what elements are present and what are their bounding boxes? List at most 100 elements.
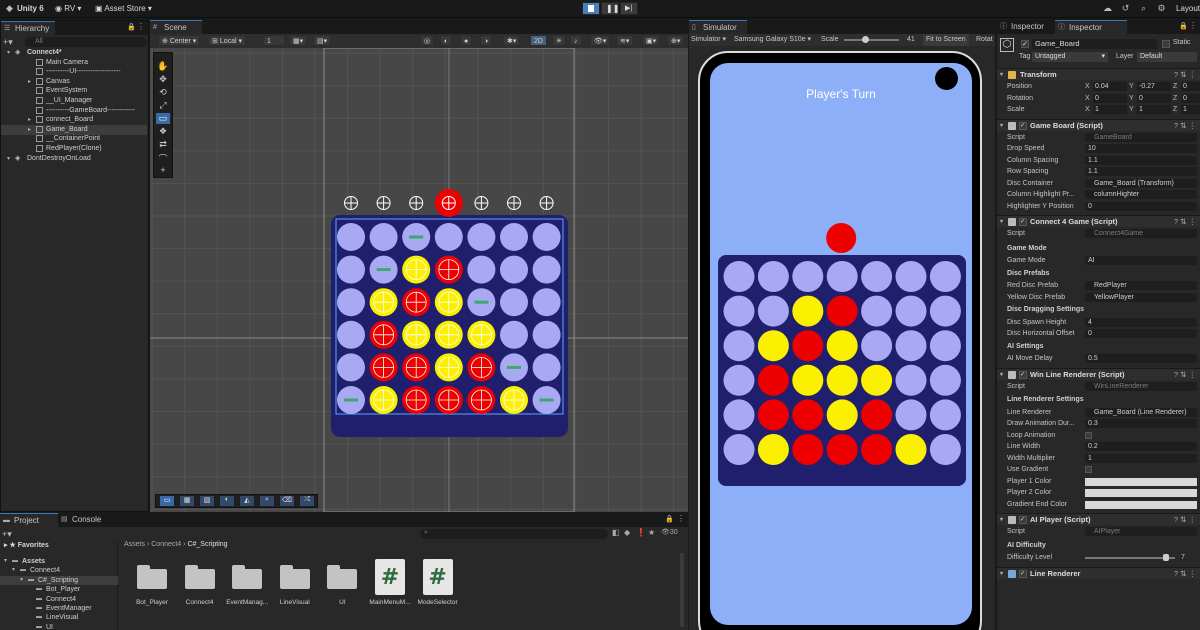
x-value-field[interactable]: 1 (1093, 105, 1127, 114)
z-value-field[interactable]: 0 (1181, 82, 1200, 91)
tile-palette-icon[interactable]: ▦ (180, 496, 194, 506)
y-value-field[interactable]: 0 (1137, 93, 1171, 103)
foldout-arrow-icon[interactable]: ▾ (4, 557, 7, 566)
project-scrollbar[interactable] (680, 553, 684, 627)
foldout-arrow-icon[interactable]: ▾ (1000, 69, 1003, 81)
field-value[interactable]: 0.2 (1085, 442, 1197, 451)
field-value[interactable]: WinLineRenderer (1085, 381, 1197, 391)
foldout-arrow-icon[interactable]: ▾ (7, 48, 10, 58)
draw-mode-button[interactable]: ◎ (420, 35, 435, 46)
hand-tool-icon[interactable]: ✋ (156, 61, 170, 72)
sphere-button[interactable]: ● (460, 35, 473, 46)
picker-icon[interactable]: ⌕ (260, 496, 274, 506)
field-checkbox[interactable] (1085, 431, 1092, 439)
grid-snap-button[interactable]: ▦▾ (289, 35, 308, 46)
field-value[interactable]: 1.1 (1085, 167, 1197, 176)
component-header[interactable]: ▾ ✓ Game Board (Script) ? ⇅ ⋮ (997, 118, 1200, 131)
component-header[interactable]: ▾ ✓ AI Player (Script) ? ⇅ ⋮ (997, 513, 1200, 525)
transform-tool-icon[interactable]: ❖ (156, 126, 170, 137)
eraser-icon[interactable]: ⌫ (280, 496, 294, 506)
component-header[interactable]: ▾ ✓ Connect 4 Game (Script) ? ⇅ ⋮ (997, 215, 1200, 227)
tab-scene[interactable]: # Scene (150, 20, 202, 34)
y-value-field[interactable]: -0.27 (1137, 82, 1171, 91)
difficulty-slider[interactable] (1085, 557, 1175, 559)
field-value[interactable]: AIPlayer (1085, 527, 1197, 536)
hierarchy-item[interactable]: ----------GameBoard------------ (1, 106, 147, 116)
rect-overlay-icon[interactable]: ▭ (160, 496, 174, 506)
field-value[interactable]: columnHighter (1085, 190, 1197, 199)
color-swatch[interactable] (1085, 477, 1197, 486)
grid-visibility-button[interactable]: ▤▾ (313, 35, 332, 46)
breadcrumb-item[interactable]: C#_Scripting (187, 541, 227, 548)
audio-button[interactable]: ♪ (570, 35, 582, 46)
play-button[interactable] (582, 2, 600, 15)
warning-icon[interactable]: ❗ (636, 528, 646, 537)
pivot-center-dropdown[interactable]: ⊕ Center ▾ (158, 35, 201, 46)
difficulty-slider-handle[interactable] (1163, 554, 1169, 561)
project-search-input[interactable]: ⌕ (420, 529, 608, 539)
device-screen[interactable]: Player's Turn (710, 63, 972, 625)
field-value[interactable]: Game_Board (Line Renderer) (1085, 407, 1197, 417)
lock-icon[interactable]: 🔒 (1179, 22, 1188, 30)
z-value-field[interactable]: 1 (1181, 105, 1200, 114)
fit-to-screen-button[interactable]: Fit to Screen (923, 34, 969, 46)
snap-increment-input[interactable]: 1 (263, 35, 285, 46)
kebab-icon[interactable]: ⋮ (1189, 21, 1197, 30)
component-enabled-checkbox[interactable]: ✓ (1019, 121, 1027, 130)
component-enabled-checkbox[interactable]: ✓ (1019, 569, 1027, 578)
local-space-dropdown[interactable]: ⊞ Local ▾ (208, 35, 247, 46)
history-icon[interactable]: ↺ (1120, 3, 1131, 14)
field-value[interactable]: 10 (1085, 144, 1197, 153)
create-asset-button[interactable]: +▾ (2, 529, 12, 540)
active-checkbox[interactable]: ✓ (1021, 40, 1029, 48)
hierarchy-item[interactable]: ▸ Game_Board (1, 124, 147, 135)
field-value[interactable]: 0.5 (1085, 354, 1197, 363)
field-value[interactable]: AI (1085, 256, 1197, 265)
project-tree-item[interactable]: ▬ ▾ Connect4 (0, 566, 118, 575)
layout-dropdown[interactable]: Layout (1176, 3, 1200, 15)
z-value-field[interactable]: 0 (1181, 93, 1200, 103)
account-button[interactable]: ◉ RV ▾ (55, 3, 81, 15)
kebab-icon[interactable]: ⋮ (137, 22, 145, 31)
asset-store-button[interactable]: ▣ Asset Store ▾ (95, 3, 152, 15)
visibility-button[interactable]: 👁▾ (590, 35, 611, 46)
project-tree-item[interactable]: ▬ ▾ Assets (0, 557, 118, 566)
hierarchy-item[interactable]: EventSystem (1, 86, 147, 96)
shaded-button[interactable]: ◐ (440, 35, 453, 46)
foldout-arrow-icon[interactable]: ▾ (7, 154, 10, 164)
moon-icon[interactable]: ◐ (220, 496, 234, 506)
step-button[interactable]: ▶| (620, 2, 638, 15)
layer-dropdown[interactable]: Default (1137, 52, 1197, 62)
custom-tool-icon[interactable]: ⇄ (156, 139, 170, 150)
filter-label-icon[interactable]: ◆ (624, 528, 630, 537)
scale-slider[interactable] (844, 39, 899, 41)
2d-toggle[interactable]: 2D (530, 35, 547, 46)
star-icon[interactable]: ★ (648, 528, 655, 537)
held-red-disc[interactable] (826, 223, 857, 253)
field-checkbox[interactable] (1085, 466, 1092, 473)
field-value[interactable]: YellowPlayer (1085, 292, 1197, 302)
game-view[interactable] (710, 63, 972, 625)
color-swatch[interactable] (1085, 500, 1197, 509)
move-tool-icon[interactable]: ✥ (156, 74, 170, 85)
field-value[interactable]: RedPlayer (1085, 281, 1197, 290)
pause-button[interactable]: ❚❚ (601, 2, 619, 15)
hierarchy-item[interactable]: RedPlayer(Clone) (1, 144, 147, 154)
scale-slider-handle[interactable] (862, 36, 869, 43)
project-tree-item[interactable]: ▬ Bot_Player (0, 585, 118, 594)
lock-icon[interactable]: 🔒 (665, 515, 674, 523)
lighting-button[interactable]: ✳ (552, 35, 566, 46)
component-menu-icon[interactable]: ? ⇅ ⋮ (1174, 216, 1196, 228)
component-enabled-checkbox[interactable]: ✓ (1019, 218, 1027, 226)
spline-tool-icon[interactable]: ⌒ (156, 152, 170, 164)
project-tree-item[interactable]: ▬ ▾ C#_Scripting (0, 575, 118, 585)
favorites-header[interactable]: ▸ ★ Favorites (4, 541, 49, 549)
rotate-tool-icon[interactable]: ⟲ (156, 87, 170, 98)
scene-viewport[interactable] (150, 48, 688, 512)
gizmos-button[interactable]: ⊕▾ (667, 35, 685, 46)
search-icon[interactable]: ⌕ (1138, 3, 1149, 14)
component-menu-icon[interactable]: ? ⇅ ⋮ (1174, 69, 1196, 81)
component-enabled-checkbox[interactable]: ✓ (1019, 370, 1027, 379)
object-name-field[interactable]: Game_Board (1032, 39, 1157, 49)
breadcrumb-item[interactable]: Connect4 (151, 541, 181, 548)
